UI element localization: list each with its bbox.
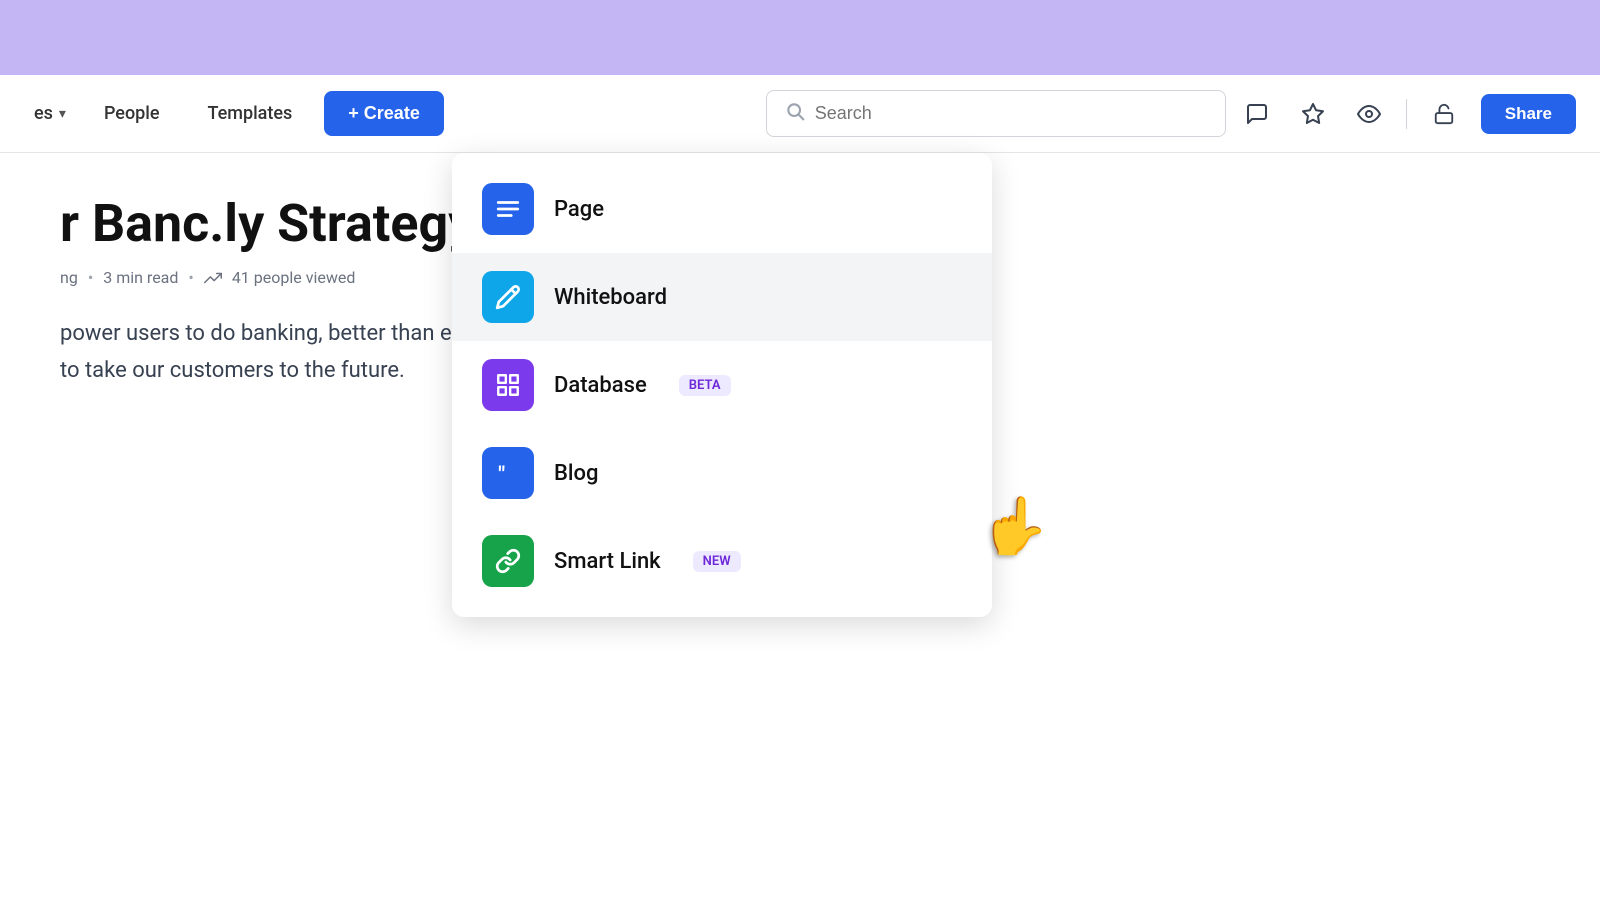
divider — [1406, 99, 1407, 129]
share-button[interactable]: Share — [1481, 94, 1576, 134]
action-icons: Share — [1238, 94, 1576, 134]
navbar: es ▾ People Templates + Create — [0, 75, 1600, 153]
nav-people[interactable]: People — [80, 95, 184, 132]
top-banner — [0, 0, 1600, 75]
meta-dot1: • — [88, 268, 93, 287]
svg-text:": " — [498, 463, 505, 486]
dropdown-item-smartlink[interactable]: Smart Link NEW — [452, 517, 992, 605]
whiteboard-label: Whiteboard — [554, 285, 667, 310]
page-label: Page — [554, 197, 604, 222]
nav-right: Share — [766, 90, 1600, 137]
smartlink-label: Smart Link — [554, 549, 661, 574]
page-icon — [482, 183, 534, 235]
search-icon — [785, 101, 805, 126]
whiteboard-icon — [482, 271, 534, 323]
search-box[interactable] — [766, 90, 1226, 137]
database-badge: BETA — [679, 375, 731, 396]
blog-label: Blog — [554, 461, 598, 486]
meta-dot2: • — [188, 268, 193, 287]
lock-icon[interactable] — [1425, 95, 1463, 133]
meta-author: ng — [60, 268, 78, 287]
search-input[interactable] — [815, 103, 1207, 124]
smartlink-icon — [482, 535, 534, 587]
dropdown-item-database[interactable]: Database BETA — [452, 341, 992, 429]
dropdown-item-page[interactable]: Page — [452, 165, 992, 253]
nav-spaces[interactable]: es ▾ — [20, 95, 80, 132]
chevron-down-icon: ▾ — [59, 106, 66, 122]
meta-views: 41 people viewed — [232, 268, 356, 287]
star-icon[interactable] — [1294, 95, 1332, 133]
nav-templates[interactable]: Templates — [184, 95, 317, 132]
blog-icon: " — [482, 447, 534, 499]
eye-icon[interactable] — [1350, 95, 1388, 133]
create-dropdown: Page Whiteboard Database BETA " — [452, 153, 992, 617]
database-label: Database — [554, 373, 647, 398]
comment-icon[interactable] — [1238, 95, 1276, 133]
nav-left: es ▾ People Templates + Create — [20, 91, 444, 136]
create-button[interactable]: + Create — [324, 91, 444, 136]
spaces-label: es — [34, 103, 53, 124]
database-icon — [482, 359, 534, 411]
dropdown-item-blog[interactable]: " Blog — [452, 429, 992, 517]
trending-icon — [204, 269, 222, 287]
smartlink-badge: NEW — [693, 551, 741, 572]
meta-read: 3 min read — [103, 268, 178, 287]
desc-line2: to take our customers to the future. — [60, 358, 405, 383]
dropdown-item-whiteboard[interactable]: Whiteboard — [452, 253, 992, 341]
